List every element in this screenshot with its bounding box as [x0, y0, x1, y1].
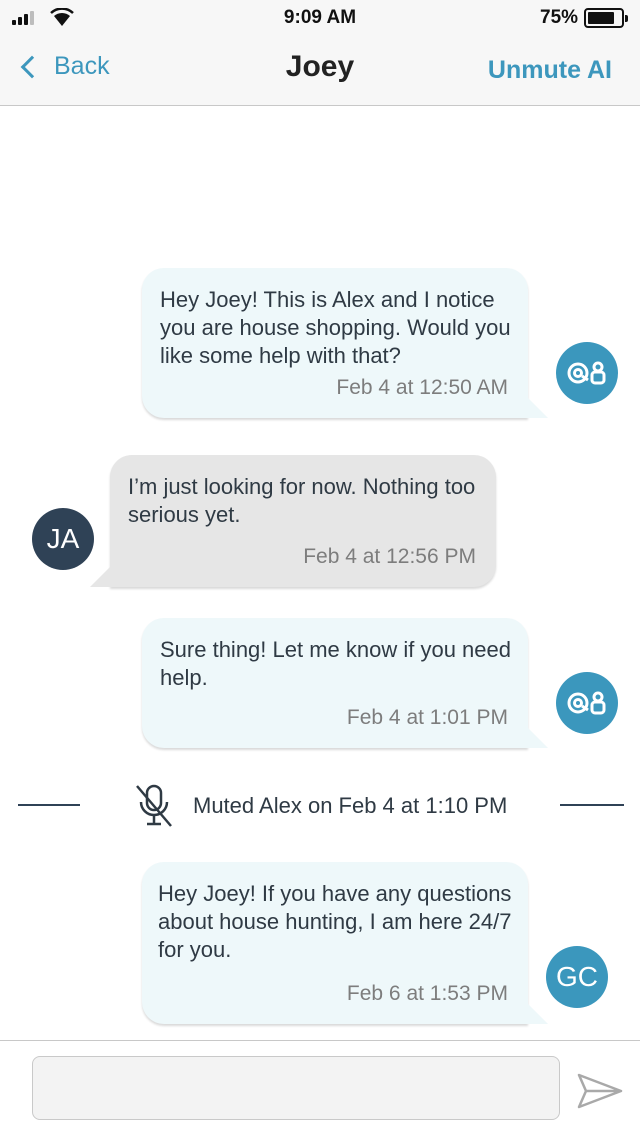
battery-icon: [584, 8, 628, 28]
message-time: Feb 4 at 12:50 AM: [336, 376, 508, 399]
nav-bar: Back Joey Unmute AI: [0, 36, 640, 106]
chevron-left-icon: [20, 55, 44, 78]
message-text: Sure thing! Let me know if you need help…: [160, 637, 511, 690]
avatar-gc: GC: [546, 946, 608, 1008]
divider-line: [18, 804, 80, 806]
message-text: Hey Joey! This is Alex and I notice you …: [160, 287, 511, 368]
battery-percent: 75%: [540, 7, 579, 28]
bubble-tail: [528, 728, 548, 748]
composer: [0, 1040, 640, 1136]
message-input[interactable]: [32, 1056, 560, 1120]
ai-bot-avatar: [556, 342, 618, 404]
muted-notice-text: Muted Alex on Feb 4 at 1:10 PM: [193, 793, 508, 818]
divider-line: [560, 804, 624, 806]
message-bubble-outgoing[interactable]: Hey Joey! This is Alex and I notice you …: [142, 268, 528, 418]
message-text: Hey Joey! If you have any questions abou…: [158, 881, 512, 962]
bubble-tail: [90, 567, 110, 587]
muted-notice: Muted Alex on Feb 4 at 1:10 PM: [0, 780, 640, 830]
message-time: Feb 6 at 1:53 PM: [346, 982, 508, 1005]
ai-bot-icon: [567, 361, 606, 385]
avatar-ja: JA: [32, 508, 94, 570]
muted-microphone-icon: [136, 784, 172, 827]
send-arrow-icon[interactable]: [576, 1071, 624, 1111]
message-bubble-outgoing[interactable]: Hey Joey! If you have any questions abou…: [142, 862, 528, 1024]
ai-bot-icon: [567, 691, 606, 715]
back-button[interactable]: Back: [18, 52, 110, 81]
status-bar: 9:09 AM 75%: [0, 0, 640, 36]
unmute-ai-button[interactable]: Unmute AI: [488, 56, 612, 85]
message-bubble-outgoing[interactable]: Sure thing! Let me know if you need help…: [142, 618, 528, 748]
message-bubble-incoming[interactable]: I’m just looking for now. Nothing too se…: [110, 455, 496, 587]
bubble-tail: [528, 398, 548, 418]
message-time: Feb 4 at 12:56 PM: [303, 545, 476, 568]
bubble-tail: [528, 1004, 548, 1024]
message-text: I’m just looking for now. Nothing too se…: [128, 474, 476, 527]
back-label: Back: [54, 52, 110, 80]
ai-bot-avatar: [556, 672, 618, 734]
message-time: Feb 4 at 1:01 PM: [346, 706, 508, 729]
